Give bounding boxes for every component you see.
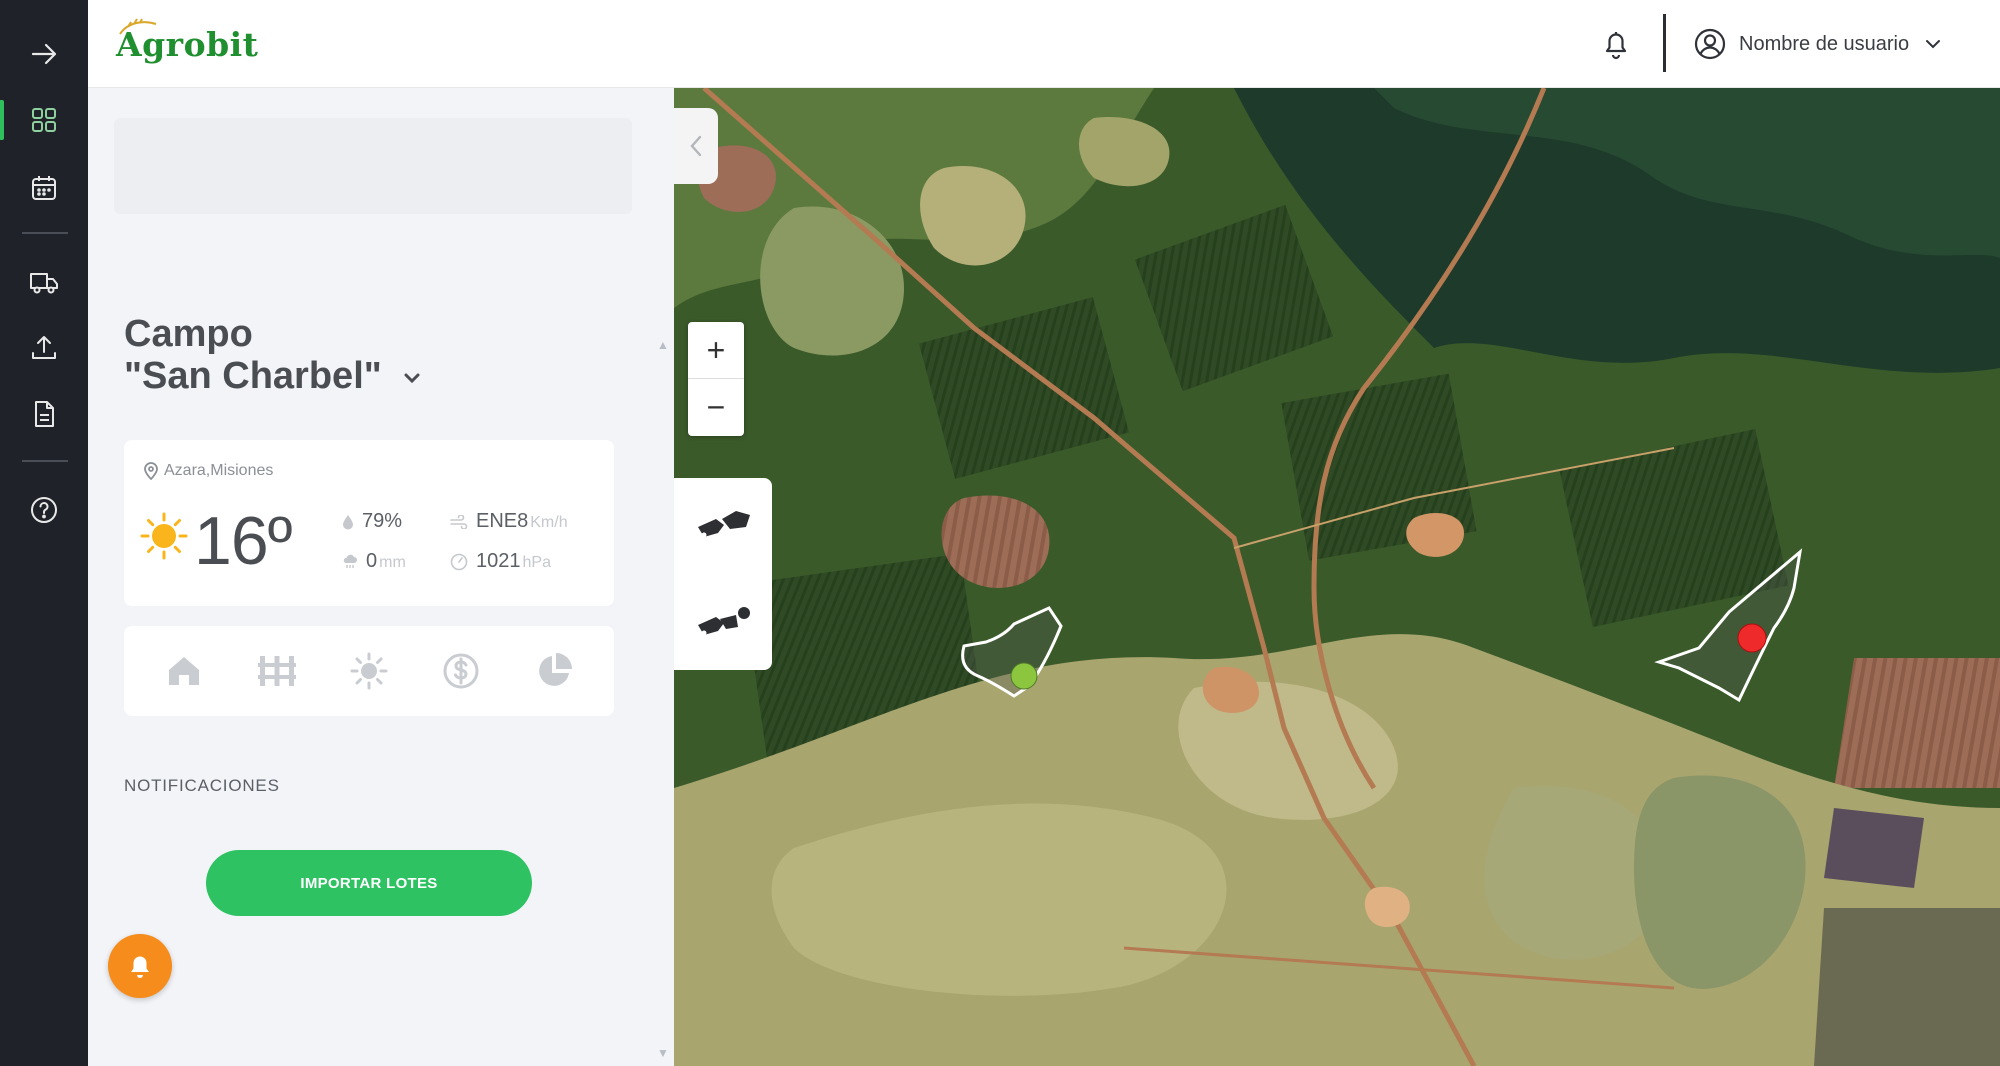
draw-point-button[interactable] <box>674 574 772 670</box>
expand-sidebar-button[interactable] <box>0 26 88 82</box>
location-label: Azara,Misiones <box>164 462 274 479</box>
document-icon <box>35 401 54 427</box>
pen-marker-icon <box>698 607 750 636</box>
field-name: "San Charbel" <box>124 355 382 397</box>
wind-value: ENE8 <box>476 510 529 532</box>
pie-chart-icon <box>538 653 572 686</box>
scroll-down-arrow-icon[interactable]: ▼ <box>657 1046 669 1060</box>
top-header: Agrobit Nombre de usuario <box>88 0 2000 88</box>
humidity-readout: 79% <box>342 510 402 533</box>
rail-divider <box>22 232 68 234</box>
nav-rail <box>0 0 88 1066</box>
truck-icon <box>30 273 58 294</box>
pressure-gauge-icon <box>450 553 468 570</box>
temperature-value: 16º <box>194 503 292 579</box>
field-title-line1: Campo <box>124 313 253 355</box>
field-tools-bar <box>124 626 614 716</box>
notifications-fab[interactable] <box>108 934 172 998</box>
import-lots-button[interactable]: IMPORTAR LOTES <box>206 850 532 916</box>
wind-icon <box>450 514 468 529</box>
satellite-imagery[interactable] <box>674 88 2000 1066</box>
zoom-in-button[interactable]: + <box>688 322 744 379</box>
weather-location: Azara,Misiones <box>144 462 273 480</box>
arrow-right-icon <box>31 43 57 65</box>
dashboard-grid-icon <box>32 108 56 132</box>
water-drop-icon <box>343 514 353 529</box>
wheat-leaf-icon <box>119 18 157 35</box>
panel-banner-placeholder <box>114 118 632 214</box>
upload-icon <box>32 336 56 359</box>
bell-icon <box>131 956 149 978</box>
chevron-down-icon[interactable] <box>400 366 424 390</box>
pressure-unit: hPa <box>522 554 551 571</box>
home-tool-button[interactable] <box>159 646 209 696</box>
field-selector[interactable]: Campo "San Charbel" <box>124 313 424 397</box>
sun-icon <box>350 652 388 690</box>
dollar-icon <box>443 653 479 689</box>
rail-divider <box>22 460 68 462</box>
dashboard-nav-button[interactable] <box>0 92 88 148</box>
calendar-icon <box>32 176 56 200</box>
satellite-map[interactable]: + − <box>674 88 2000 1066</box>
user-avatar-icon <box>1694 28 1726 60</box>
rain-cloud-icon <box>343 554 357 568</box>
weather-card: Azara,Misiones 16º 79% 0 mm ENE8 Km/h 1021… <box>124 440 614 606</box>
pressure-readout: 1021 hPa <box>450 550 551 573</box>
draw-polygon-button[interactable] <box>674 478 772 574</box>
zoom-control: + − <box>688 322 744 436</box>
location-pin-icon <box>144 462 158 480</box>
collapse-panel-button[interactable] <box>674 108 718 184</box>
stats-tool-button[interactable] <box>529 646 579 696</box>
upload-nav-button[interactable] <box>0 320 88 376</box>
precip-value: 0 <box>366 550 378 572</box>
notifications-heading: NOTIFICACIONES <box>124 776 280 795</box>
documents-nav-button[interactable] <box>0 386 88 442</box>
user-menu[interactable]: Nombre de usuario <box>1693 24 1943 64</box>
weather-tool-button[interactable] <box>344 646 394 696</box>
username-label: Nombre de usuario <box>1739 32 1910 55</box>
chevron-left-icon <box>690 135 702 157</box>
lot-status-dot[interactable] <box>1010 662 1038 690</box>
side-panel: ▲ ▼ Campo "San Charbel" Azara,Misiones 1… <box>88 88 674 1066</box>
help-nav-button[interactable] <box>0 482 88 538</box>
bell-icon <box>1605 32 1627 60</box>
logistics-nav-button[interactable] <box>0 254 88 310</box>
calendar-nav-button[interactable] <box>0 160 88 216</box>
help-icon <box>31 497 57 523</box>
fence-tool-button[interactable] <box>252 646 302 696</box>
precipitation-readout: 0 mm <box>342 550 406 573</box>
chevron-down-icon <box>1926 40 1941 49</box>
finance-tool-button[interactable] <box>436 646 486 696</box>
sun-icon <box>140 512 188 560</box>
fence-icon <box>257 656 296 686</box>
map-draw-tools <box>674 478 772 670</box>
humidity-value: 79% <box>362 510 403 532</box>
home-icon <box>169 657 200 685</box>
app-logo[interactable]: Agrobit <box>116 18 258 68</box>
scroll-up-arrow-icon[interactable]: ▲ <box>657 338 669 352</box>
lot-status-dot[interactable] <box>1737 623 1767 653</box>
wind-unit: Km/h <box>530 514 568 531</box>
notifications-button[interactable] <box>1598 26 1634 62</box>
precip-unit: mm <box>379 554 406 571</box>
zoom-out-button[interactable]: − <box>688 379 744 436</box>
wind-readout: ENE8 Km/h <box>450 510 568 533</box>
header-divider <box>1663 14 1666 72</box>
panel-scrollbar[interactable]: ▲ ▼ <box>654 248 670 1066</box>
pressure-value: 1021 <box>476 550 521 572</box>
pen-polygon-icon <box>698 511 750 538</box>
